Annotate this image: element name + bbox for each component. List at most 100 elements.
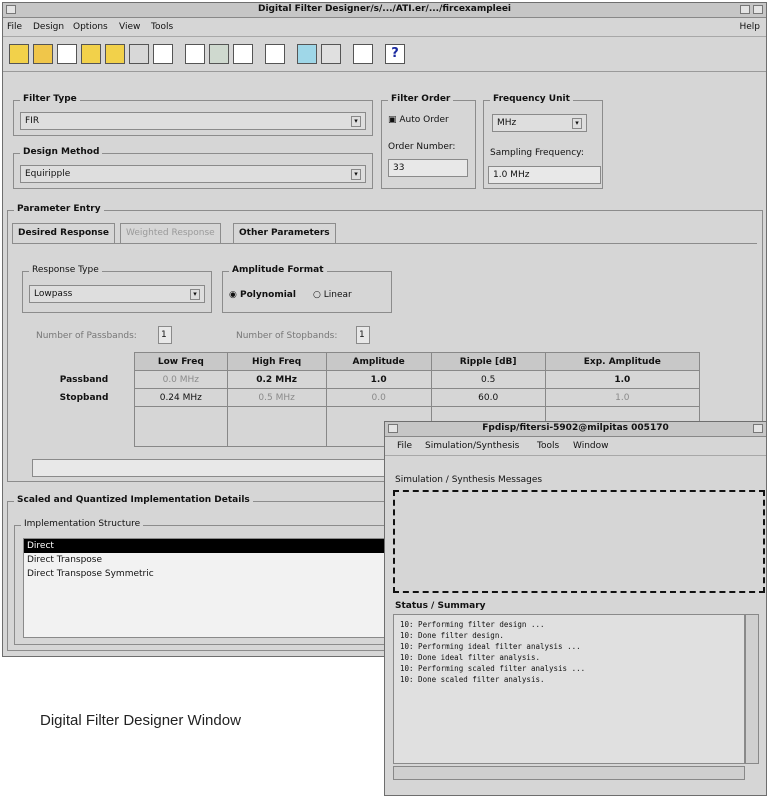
menu-file[interactable]: File [397,441,412,451]
horizontal-scrollbar[interactable] [393,766,745,780]
table-cell[interactable]: 0.5 MHz [226,388,327,407]
save-icon[interactable] [105,44,125,64]
minimize-button[interactable] [753,424,763,433]
table-cell[interactable]: 0.2 MHz [226,370,327,389]
menu-simulation-synthesis[interactable]: Simulation/Synthesis [425,441,519,451]
chevron-down-icon: ▾ [572,118,582,129]
folder-icon[interactable] [81,44,101,64]
simulation-window: Fpdisp/fitersi-5902@milpitas 005170 File… [384,421,767,796]
table-row: Passband 0.0 MHz 0.2 MHz 1.0 0.5 1.0 [34,370,701,389]
response-type-select[interactable]: Lowpass ▾ [29,285,205,303]
simulation-messages-area [393,490,765,593]
status-line: 10: Performing scaled filter analysis ..… [400,664,586,673]
zoom-icon[interactable] [265,44,285,64]
window-title: Fpdisp/fitersi-5902@milpitas 005170 [482,423,669,433]
frequency-unit-label: Frequency Unit [490,94,573,104]
status-line: 10: Done filter design. [400,631,504,640]
maximize-button[interactable] [753,5,763,14]
menu-bar: File Simulation/Synthesis Tools Window [385,437,766,456]
new-icon[interactable] [9,44,29,64]
response-type-label: Response Type [29,265,102,275]
auto-order-checkbox[interactable]: ▣ Auto Order [388,115,449,125]
stopbands-label: Number of Stopbands: [236,331,338,341]
table-cell[interactable]: 1.0 [325,370,432,389]
table-cell[interactable]: 0.24 MHz [134,388,228,407]
parameter-entry-label: Parameter Entry [14,204,104,214]
table-cell[interactable]: 60.0 [430,388,546,407]
grid-icon[interactable] [209,44,229,64]
table-header-cell [34,353,135,371]
polynomial-radio[interactable]: ◉ Polynomial [229,290,296,300]
filter-order-group: Filter Order ▣ Auto Order Order Number: … [381,94,476,189]
table-header-row: Low Freq High Freq Amplitude Ripple [dB]… [34,352,701,371]
dither-icon[interactable] [297,44,317,64]
blank-icon[interactable] [57,44,77,64]
toolbar: ? [3,37,766,72]
matrix-icon[interactable] [321,44,341,64]
tab-weighted-response[interactable]: Weighted Response [120,223,221,243]
table-cell[interactable]: 1.0 [544,388,701,407]
passbands-field[interactable]: 1 [158,326,172,344]
sampling-frequency-label: Sampling Frequency: [490,148,584,158]
filter-type-select[interactable]: FIR ▾ [20,112,366,130]
vertical-scrollbar[interactable] [745,614,759,764]
design-method-select[interactable]: Equiripple ▾ [20,165,366,183]
chevron-down-icon: ▾ [351,116,361,127]
design-method-label: Design Method [20,147,103,157]
chevron-down-icon: ▾ [190,289,200,300]
minimize-button[interactable] [740,5,750,14]
linear-radio[interactable]: ○ Linear [313,290,352,300]
open-icon[interactable] [33,44,53,64]
menu-file[interactable]: File [7,22,22,32]
order-number-label: Order Number: [388,142,456,152]
menu-options[interactable]: Options [73,22,108,32]
table-header-cell: Low Freq [134,352,228,371]
table-row: Stopband 0.24 MHz 0.5 MHz 0.0 60.0 1.0 [34,388,701,407]
status-summary-label: Status / Summary [395,601,486,611]
simulation-messages-label: Simulation / Synthesis Messages [395,475,543,485]
amplitude-format-group: Amplitude Format ◉ Polynomial ○ Linear [222,265,392,313]
table-header-cell: Ripple [dB] [430,352,546,371]
freq-icon[interactable] [353,44,373,64]
wave-icon[interactable] [185,44,205,64]
amplitude-format-label: Amplitude Format [229,265,327,275]
tab-other-parameters[interactable]: Other Parameters [233,223,336,243]
table-cell[interactable]: 0.0 [325,388,432,407]
stopbands-field[interactable]: 1 [356,326,370,344]
table-header-cell: Amplitude [325,352,432,371]
window-title: Digital Filter Designer/s/.../ATI.er/...… [257,4,512,14]
figure-caption: Digital Filter Designer Window [40,712,241,729]
menu-view[interactable]: View [119,22,140,32]
sampling-frequency-field[interactable]: 1.0 MHz [488,166,601,184]
plot-icon[interactable] [153,44,173,64]
implementation-label: Scaled and Quantized Implementation Deta… [14,495,253,505]
status-line: 10: Done ideal filter analysis. [400,653,540,662]
table-cell[interactable]: 1.0 [544,370,701,389]
print-icon[interactable] [129,44,149,64]
tab-desired-response[interactable]: Desired Response [12,223,116,243]
menu-bar: File Design Options View Tools Help [3,18,766,37]
menu-design[interactable]: Design [33,22,64,32]
menu-tools[interactable]: Tools [151,22,173,32]
frequency-unit-group: Frequency Unit MHz ▾ Sampling Frequency:… [483,94,603,189]
status-line: 10: Performing ideal filter analysis ... [400,642,581,651]
menu-tools[interactable]: Tools [537,441,559,451]
status-summary-area: 10: Performing filter design ... 10: Don… [393,614,745,764]
title-bar: Fpdisp/fitersi-5902@milpitas 005170 [385,422,766,437]
title-bar: Digital Filter Designer/s/.../ATI.er/...… [3,3,766,18]
table-cell[interactable]: 0.5 [430,370,546,389]
order-number-field[interactable]: 33 [388,159,468,177]
curve-icon[interactable] [233,44,253,64]
menu-help[interactable]: Help [739,22,760,32]
row-label: Stopband [59,392,109,403]
table-cell[interactable]: 0.0 MHz [134,370,228,389]
table-header-cell: Exp. Amplitude [544,352,701,371]
filter-type-label: Filter Type [20,94,80,104]
menu-window[interactable]: Window [573,441,609,451]
status-line: 10: Performing filter design ... [400,620,545,629]
row-label: Passband [59,374,109,385]
help-icon[interactable]: ? [385,44,405,64]
chevron-down-icon: ▾ [351,169,361,180]
frequency-unit-select[interactable]: MHz ▾ [492,114,587,132]
passbands-label: Number of Passbands: [36,331,137,341]
